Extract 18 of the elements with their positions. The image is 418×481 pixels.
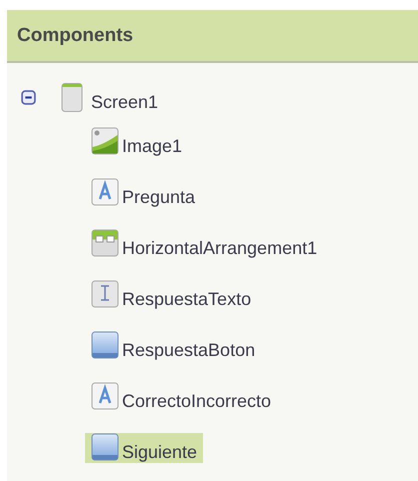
tree-item[interactable]: Image1 bbox=[85, 127, 188, 157]
panel-title: Components bbox=[17, 24, 134, 46]
button-icon bbox=[91, 433, 119, 461]
tree-item[interactable]: CorrectoIncorrecto bbox=[85, 382, 278, 412]
textbox-icon bbox=[91, 280, 119, 308]
collapse-icon[interactable] bbox=[21, 90, 36, 105]
screen-icon bbox=[61, 82, 83, 113]
tree-item[interactable]: Siguiente bbox=[85, 433, 204, 463]
tree-item[interactable]: RespuestaBoton bbox=[85, 331, 262, 361]
tree-item[interactable]: Screen1 bbox=[36, 82, 158, 113]
tree-item[interactable]: Pregunta bbox=[85, 178, 202, 208]
label-icon bbox=[91, 382, 119, 410]
image-icon bbox=[91, 127, 119, 155]
tree-item[interactable]: HorizontalArrangement1 bbox=[85, 229, 324, 259]
label-icon bbox=[91, 178, 119, 206]
tree-item[interactable]: RespuestaTexto bbox=[85, 280, 258, 310]
arrangement-icon bbox=[91, 229, 119, 257]
button-icon bbox=[91, 331, 119, 359]
